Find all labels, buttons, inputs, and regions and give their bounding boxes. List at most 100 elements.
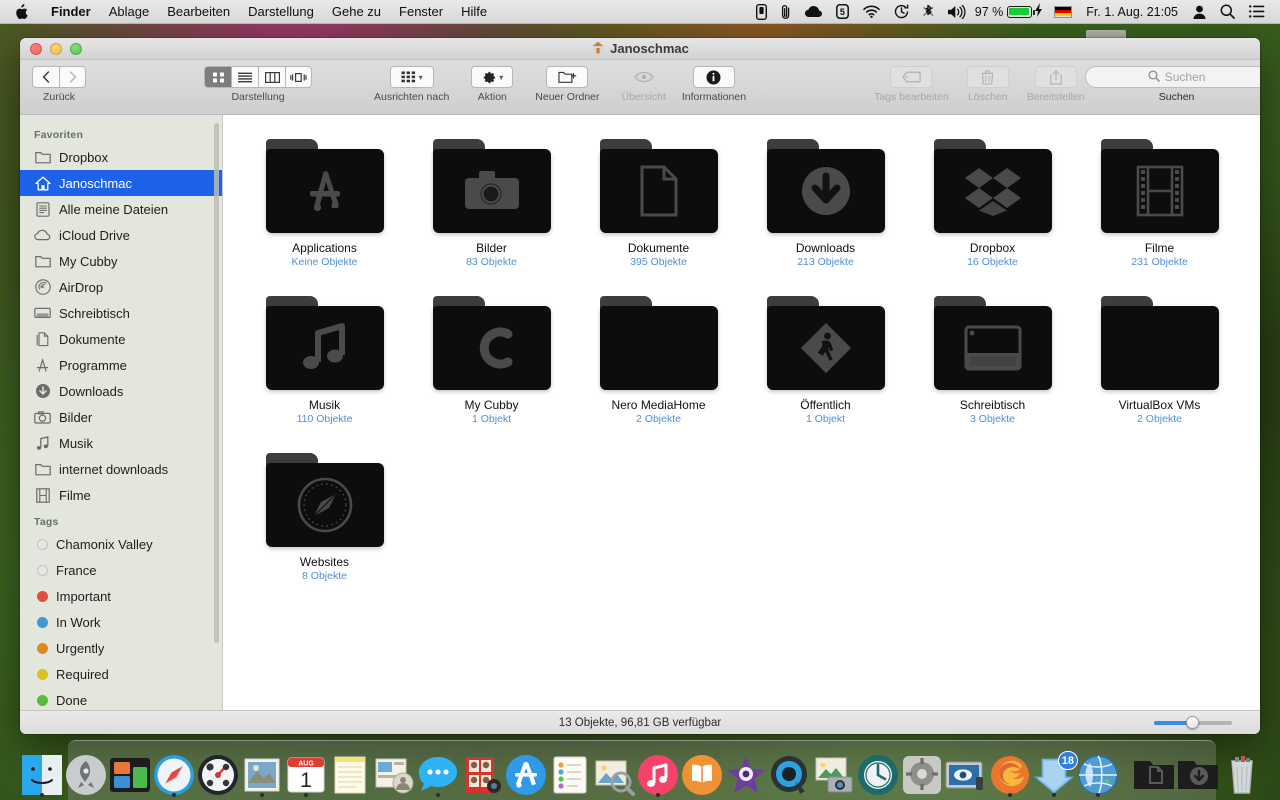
notification-center-icon[interactable] (1242, 0, 1272, 23)
sidebar-item-schreibtisch[interactable]: Schreibtisch (20, 300, 222, 326)
sidebar-item-janoschmac[interactable]: Janoschmac (20, 170, 222, 196)
window-titlebar[interactable]: Janoschmac (20, 38, 1260, 60)
dock-item-reminders[interactable] (548, 747, 592, 797)
dock-stack-documents[interactable] (1132, 747, 1176, 797)
german-flag-icon[interactable] (1054, 5, 1073, 18)
sidebar-tag-done[interactable]: Done (20, 687, 222, 710)
forward-button[interactable] (59, 66, 86, 88)
dock-item-preview[interactable] (592, 747, 636, 797)
icon-size-slider[interactable] (1154, 715, 1232, 729)
dock-item-screen-sharing[interactable] (944, 747, 988, 797)
menu-item-darstellung[interactable]: Darstellung (239, 0, 323, 23)
icon-view-button[interactable] (204, 66, 231, 88)
menu-item-hilfe[interactable]: Hilfe (452, 0, 496, 23)
sidebar-item-filme[interactable]: Filme (20, 482, 222, 508)
dock-trash[interactable] (1220, 747, 1264, 797)
volume-icon[interactable] (941, 0, 973, 23)
sidebar-item-alle-meine-dateien[interactable]: Alle meine Dateien (20, 196, 222, 222)
dock-item-imovie[interactable] (724, 747, 768, 797)
user-icon[interactable] (1186, 0, 1213, 23)
wifi-icon[interactable] (856, 0, 887, 23)
iphone-icon[interactable] (749, 0, 774, 23)
sidebar-tag-important[interactable]: Important (20, 583, 222, 609)
column-view-button[interactable] (258, 66, 285, 88)
list-view-button[interactable] (231, 66, 258, 88)
dock-item-ibooks[interactable] (680, 747, 724, 797)
file-item-applications[interactable]: Applications Keine Objekte (241, 133, 408, 268)
dock-item-quicktime[interactable] (768, 747, 812, 797)
dock-item-messages[interactable] (416, 747, 460, 797)
dock-stack-downloads[interactable] (1176, 747, 1220, 797)
menu-item-bearbeiten[interactable]: Bearbeiten (158, 0, 239, 23)
cloud-icon[interactable] (798, 0, 829, 23)
dock-item-browser-globe[interactable] (1076, 747, 1120, 797)
sidebar-item-my-cubby[interactable]: My Cubby (20, 248, 222, 274)
menu-item-gehe-zu[interactable]: Gehe zu (323, 0, 390, 23)
file-item-websites[interactable]: Websites 8 Objekte (241, 447, 408, 582)
dock-item-system-preferences[interactable] (900, 747, 944, 797)
dock-item-image-capture[interactable] (812, 747, 856, 797)
dock-item-mail[interactable] (240, 747, 284, 797)
dock-item-firefox[interactable] (988, 747, 1032, 797)
sidebar-tag-france[interactable]: France (20, 557, 222, 583)
timemachine-icon[interactable] (887, 0, 916, 23)
back-button[interactable] (32, 66, 59, 88)
coverflow-view-button[interactable] (285, 66, 312, 88)
dock-item-finder[interactable] (20, 747, 64, 797)
dock-item-timemachine[interactable] (856, 747, 900, 797)
action-button[interactable]: ▾ (471, 66, 514, 88)
file-item-oeffentlich[interactable]: Öffentlich 1 Objekt (742, 290, 909, 425)
spotlight-search-icon[interactable] (1213, 0, 1242, 23)
file-item-virtualbox-vms[interactable]: VirtualBox VMs 2 Objekte (1076, 290, 1243, 425)
file-item-my-cubby[interactable]: My Cubby 1 Objekt (408, 290, 575, 425)
dock-item-photobooth[interactable] (460, 747, 504, 797)
file-item-dropbox[interactable]: Dropbox 16 Objekte (909, 133, 1076, 268)
shield-5-icon[interactable]: 5 (829, 0, 856, 23)
sidebar-tag-chamonix-valley[interactable]: Chamonix Valley (20, 531, 222, 557)
paperclip-icon[interactable] (774, 0, 798, 23)
file-item-schreibtisch[interactable]: Schreibtisch 3 Objekte (909, 290, 1076, 425)
file-item-musik[interactable]: Musik 110 Objekte (241, 290, 408, 425)
sidebar-item-dropbox[interactable]: Dropbox (20, 144, 222, 170)
battery-icon[interactable] (1007, 5, 1036, 18)
file-item-bilder[interactable]: Bilder 83 Objekte (408, 133, 575, 268)
applications-icon (34, 357, 51, 374)
search-input[interactable]: Suchen (1084, 66, 1260, 88)
info-button[interactable] (692, 66, 735, 88)
menu-bar-clock[interactable]: Fr. 1. Aug. 21:05 (1078, 5, 1186, 19)
dock-item-dashboard[interactable] (196, 747, 240, 797)
menu-item-ablage[interactable]: Ablage (100, 0, 158, 23)
file-browser-content[interactable]: Applications Keine Objekte Bilder 83 Obj… (223, 115, 1260, 710)
dock-item-downloader[interactable]: 18 (1032, 747, 1078, 797)
dock-item-launchpad[interactable] (64, 747, 108, 797)
arrange-button[interactable]: ▾ (389, 66, 434, 88)
sidebar-tag-required[interactable]: Required (20, 661, 222, 687)
menu-item-finder[interactable]: Finder (42, 0, 100, 23)
sidebar-item-programme[interactable]: Programme (20, 352, 222, 378)
sidebar-scrollbar[interactable] (214, 123, 219, 643)
new-folder-button[interactable] (546, 66, 589, 88)
sidebar-item-downloads[interactable]: Downloads (20, 378, 222, 404)
dock-item-notes[interactable] (328, 747, 372, 797)
dock-item-safari[interactable] (152, 747, 196, 797)
file-item-downloads[interactable]: Downloads 213 Objekte (742, 133, 909, 268)
bluetooth-icon[interactable] (916, 0, 941, 23)
sidebar-tag-in-work[interactable]: In Work (20, 609, 222, 635)
sidebar-item-dokumente[interactable]: Dokumente (20, 326, 222, 352)
dock-item-mission-control[interactable] (108, 747, 152, 797)
file-item-filme[interactable]: Filme 231 Objekte (1076, 133, 1243, 268)
dock-item-itunes[interactable] (636, 747, 680, 797)
dock-item-calendar[interactable]: AUG 1 (284, 747, 328, 797)
sidebar-item-internet-downloads[interactable]: internet downloads (20, 456, 222, 482)
sidebar-tag-urgently[interactable]: Urgently (20, 635, 222, 661)
dock-item-contacts[interactable] (372, 747, 416, 797)
sidebar-item-bilder[interactable]: Bilder (20, 404, 222, 430)
dock-item-appstore[interactable] (504, 747, 548, 797)
apple-menu-icon[interactable] (0, 0, 42, 23)
sidebar-item-musik[interactable]: Musik (20, 430, 222, 456)
sidebar-item-airdrop[interactable]: AirDrop (20, 274, 222, 300)
file-item-nero-mediahome[interactable]: Nero MediaHome 2 Objekte (575, 290, 742, 425)
sidebar-item-icloud-drive[interactable]: iCloud Drive (20, 222, 222, 248)
file-item-dokumente[interactable]: Dokumente 395 Objekte (575, 133, 742, 268)
menu-item-fenster[interactable]: Fenster (390, 0, 452, 23)
